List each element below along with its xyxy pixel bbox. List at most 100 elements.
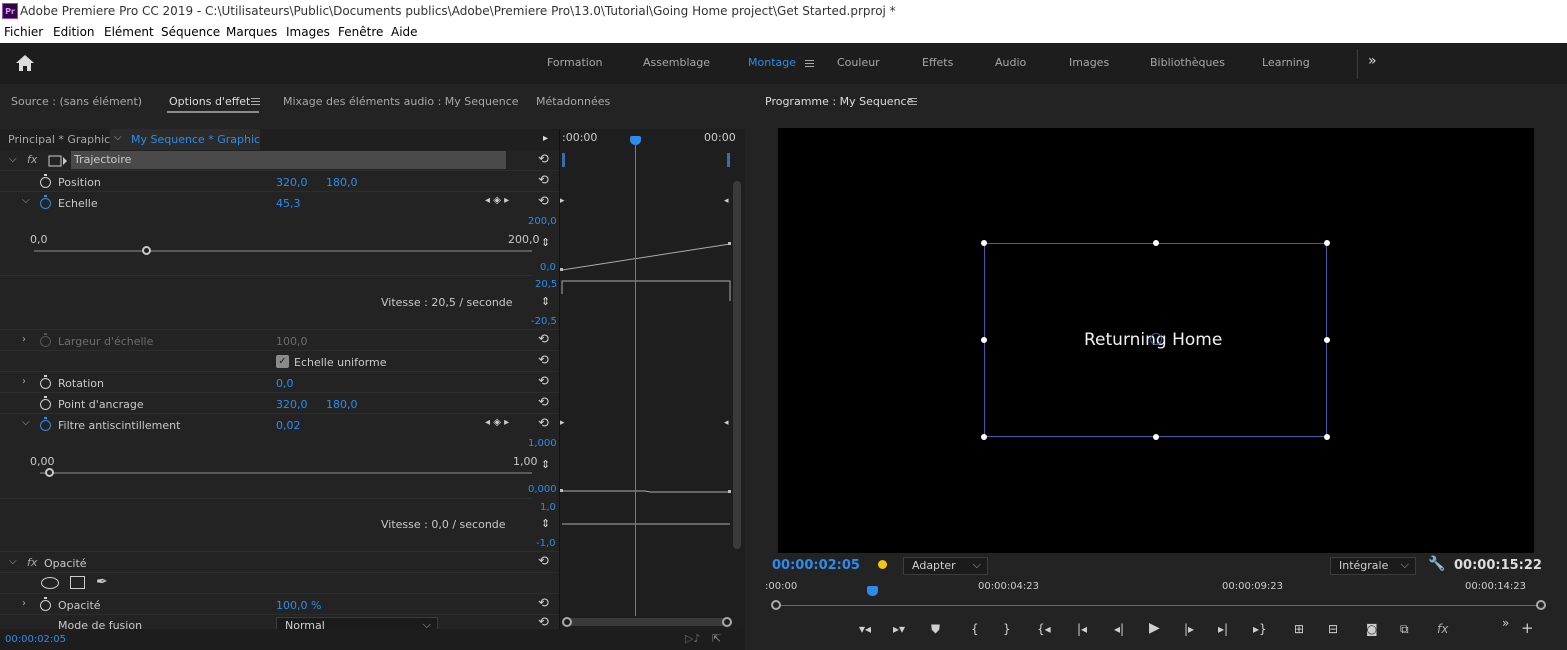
reset-icon[interactable]: ⟲: [538, 153, 552, 167]
tab-effect-options[interactable]: Options d'effet: [169, 95, 250, 108]
reset-icon[interactable]: ⟲: [538, 375, 552, 389]
effect-timeline[interactable]: :00:00 00:00 ▸ ◂ ▸ ◂: [559, 129, 745, 629]
horizontal-scrollbar[interactable]: [562, 617, 732, 627]
tab-source[interactable]: Source : (sans élément): [11, 95, 142, 108]
menu-aide[interactable]: Aide: [391, 25, 418, 39]
program-menu-icon[interactable]: [908, 98, 917, 105]
program-playhead[interactable]: [867, 586, 879, 596]
workspace-menu-icon[interactable]: [805, 60, 814, 67]
comparison-view-icon[interactable]: ⧉: [1400, 622, 1409, 637]
fx-toggle-icon[interactable]: fx: [1437, 622, 1448, 636]
reset-icon[interactable]: ⟲: [538, 174, 552, 188]
chevron-down-icon[interactable]: ⌵: [9, 556, 17, 567]
reset-icon[interactable]: ⟲: [538, 333, 552, 347]
export-frame-icon[interactable]: ◙: [1366, 622, 1378, 636]
marker-indicator-icon[interactable]: [878, 560, 887, 569]
workspace-audio[interactable]: Audio: [995, 56, 1026, 69]
keyframe-start-icon[interactable]: ▸: [560, 418, 565, 428]
pen-mask-icon[interactable]: ✒: [96, 574, 108, 590]
workspace-effets[interactable]: Effets: [922, 56, 953, 69]
tab-metadata[interactable]: Métadonnées: [536, 95, 610, 108]
keyframe-nav-icon[interactable]: ◂ ◈ ▸: [485, 417, 509, 428]
fit-dropdown[interactable]: Adapter: [903, 557, 988, 575]
transform-handle[interactable]: [981, 434, 987, 440]
menu-fichier[interactable]: Fichier: [4, 25, 43, 39]
menu-fenetre[interactable]: Fenêtre: [338, 25, 383, 39]
flicker-slider-handle[interactable]: [44, 468, 54, 477]
stopwatch-icon[interactable]: [40, 417, 51, 431]
stopwatch-icon[interactable]: [40, 174, 51, 188]
keyframe-end-icon[interactable]: ◂: [724, 418, 729, 428]
lift-icon[interactable]: ⊞: [1294, 622, 1304, 636]
stopwatch-icon[interactable]: [40, 375, 51, 389]
frame-back-icon[interactable]: ◂|: [1114, 622, 1124, 636]
chevron-down-icon[interactable]: ⌵: [9, 154, 17, 165]
menu-marques[interactable]: Marques: [226, 25, 277, 39]
opacity-value[interactable]: 100,0 %: [276, 599, 321, 612]
stopwatch-icon[interactable]: [40, 597, 51, 611]
trajectory-label-bar[interactable]: Trajectoire: [71, 151, 506, 169]
transform-handle[interactable]: [1324, 337, 1330, 343]
menu-images[interactable]: Images: [286, 25, 330, 39]
chevron-down-icon[interactable]: ⌵: [22, 195, 30, 206]
playhead-line[interactable]: [635, 140, 636, 616]
marker-icon[interactable]: ⛊: [931, 622, 940, 637]
graph-fit-icon[interactable]: ⇕: [541, 236, 550, 249]
anchor-x-value[interactable]: 320,0: [276, 398, 308, 411]
position-x-value[interactable]: 320,0: [276, 176, 308, 189]
transform-icon[interactable]: [48, 155, 68, 167]
menu-edition[interactable]: Edition: [53, 25, 95, 39]
workspace-assemblage[interactable]: Assemblage: [643, 56, 710, 69]
stopwatch-icon[interactable]: [40, 195, 51, 209]
home-icon[interactable]: [14, 53, 36, 73]
playhead-handle[interactable]: [630, 136, 641, 145]
reset-icon[interactable]: ⟲: [538, 195, 552, 209]
ellipse-mask-icon[interactable]: [41, 577, 59, 589]
keyframe-nav-icon[interactable]: ◂ ◈ ▸: [485, 195, 509, 206]
tab-audio-mixer[interactable]: Mixage des éléments audio : My Sequence: [283, 95, 519, 108]
program-timecode[interactable]: 00:00:02:05: [772, 558, 860, 573]
transform-handle[interactable]: [1324, 240, 1330, 246]
anchor-point-icon[interactable]: [1150, 333, 1162, 345]
rectangle-mask-icon[interactable]: [70, 576, 85, 589]
export-icon[interactable]: ⇱: [712, 632, 721, 645]
chevron-right-icon[interactable]: ›: [22, 334, 26, 345]
scale-slider-handle[interactable]: [141, 246, 151, 255]
tab-menu-icon[interactable]: [251, 98, 260, 105]
keyframe-end-icon[interactable]: ◂: [724, 196, 729, 206]
go-to-out-icon[interactable]: ▸}: [1253, 622, 1267, 636]
reset-icon[interactable]: ⟲: [538, 396, 552, 410]
chevron-down-icon[interactable]: ⌵: [22, 417, 30, 428]
menu-sequence[interactable]: Séquence: [161, 25, 220, 39]
sequence-clip-tab[interactable]: ⌵ My Sequence * Graphic: [110, 129, 260, 150]
flicker-slider-track[interactable]: [40, 472, 532, 474]
transform-handle[interactable]: [981, 337, 987, 343]
reset-icon[interactable]: ⟲: [538, 555, 552, 569]
keyframe-start-icon[interactable]: ▸: [560, 196, 565, 206]
rotation-value[interactable]: 0,0: [276, 377, 294, 390]
graph-fit-icon[interactable]: ⇕: [541, 517, 550, 530]
out-handle[interactable]: [1536, 600, 1546, 610]
transform-handle[interactable]: [1324, 434, 1330, 440]
reset-icon[interactable]: ⟲: [538, 597, 552, 611]
workspace-montage[interactable]: Montage: [748, 56, 796, 69]
transform-handle[interactable]: [1153, 240, 1159, 246]
scroll-handle-right[interactable]: [722, 617, 732, 627]
play-audio-icon[interactable]: ▷♪: [685, 632, 700, 645]
mark-in-icon[interactable]: {: [971, 622, 979, 636]
uniform-scale-checkbox[interactable]: ✓: [276, 355, 289, 368]
graph-fit-icon[interactable]: ⇕: [541, 295, 550, 308]
scale-value[interactable]: 45,3: [276, 197, 301, 210]
reset-icon[interactable]: ⟲: [538, 417, 552, 431]
workspace-bibliotheques[interactable]: Bibliothèques: [1150, 56, 1225, 69]
scale-slider-track[interactable]: [34, 250, 532, 252]
quality-dropdown[interactable]: Intégrale: [1330, 557, 1416, 575]
stopwatch-icon[interactable]: [40, 396, 51, 410]
reset-icon[interactable]: ⟲: [538, 616, 552, 630]
workspace-learning[interactable]: Learning: [1262, 56, 1310, 69]
wrench-icon[interactable]: 🔧: [1428, 556, 1445, 572]
position-y-value[interactable]: 180,0: [326, 176, 358, 189]
play-only-icon[interactable]: ▸: [543, 133, 548, 144]
step-back-icon[interactable]: |◂: [1077, 622, 1087, 636]
extract-icon[interactable]: ⊟: [1328, 622, 1338, 636]
